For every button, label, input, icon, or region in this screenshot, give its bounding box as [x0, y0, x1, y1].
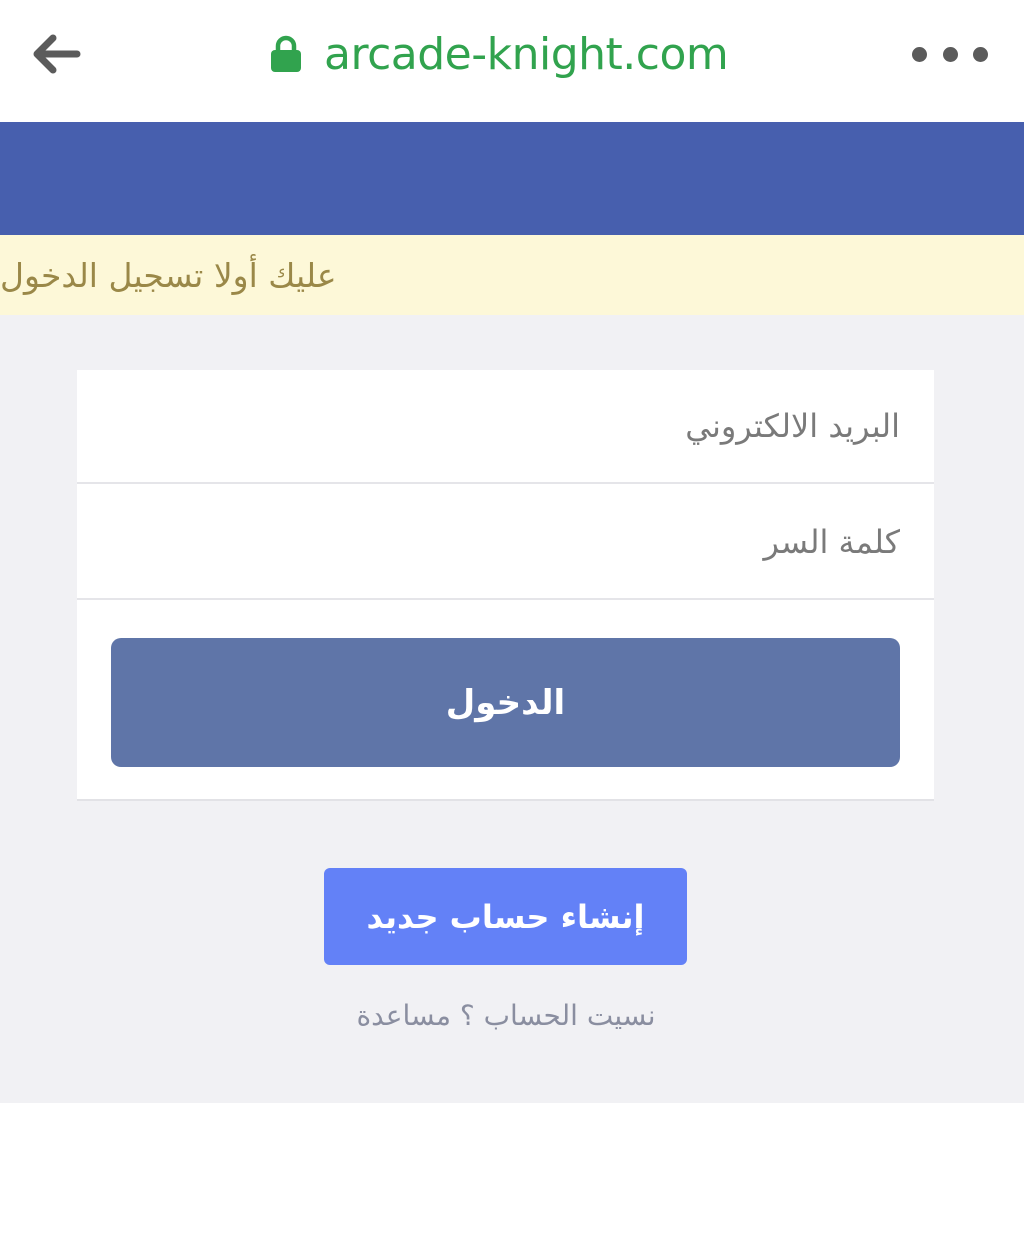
- arrow-left-icon: [33, 34, 81, 74]
- login-required-notice: عليك أولا تسجيل الدخول: [0, 235, 1024, 315]
- email-field[interactable]: [77, 370, 934, 482]
- password-field[interactable]: [77, 486, 934, 598]
- notice-text: عليك أولا تسجيل الدخول: [0, 255, 337, 295]
- more-options-button[interactable]: [912, 30, 988, 78]
- address-bar[interactable]: arcade-knight.com: [270, 22, 750, 86]
- site-header: [0, 122, 1024, 235]
- login-card: الدخول: [77, 370, 934, 801]
- page-footer-blank: [0, 1103, 1024, 1237]
- create-account-button[interactable]: إنشاء حساب جديد: [324, 868, 687, 965]
- more-horizontal-icon: [942, 46, 958, 62]
- login-button[interactable]: الدخول: [111, 638, 900, 767]
- more-horizontal-icon: [912, 46, 927, 62]
- email-field-row: [77, 370, 934, 484]
- main-content: الدخول إنشاء حساب جديد نسيت الحساب ؟ مسا…: [0, 315, 1024, 1103]
- lock-icon: [270, 34, 302, 74]
- browser-toolbar: arcade-knight.com: [0, 0, 1024, 122]
- password-field-row: [77, 486, 934, 600]
- url-text: arcade-knight.com: [324, 28, 729, 80]
- forgot-account-help-link[interactable]: نسيت الحساب ؟ مساعدة: [300, 991, 712, 1039]
- more-horizontal-icon: [973, 46, 988, 62]
- back-button[interactable]: [28, 26, 84, 82]
